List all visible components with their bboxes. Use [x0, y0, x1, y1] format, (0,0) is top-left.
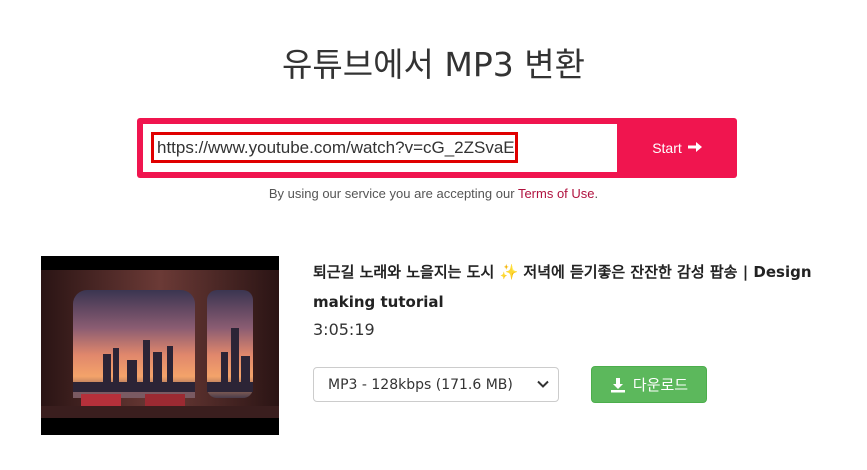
terms-link[interactable]: Terms of Use	[518, 186, 595, 201]
start-button-label: Start	[652, 140, 682, 156]
download-button[interactable]: 다운로드	[591, 366, 707, 403]
video-duration: 3:05:19	[313, 320, 375, 339]
format-select[interactable]: MP3 - 128kbps (171.6 MB)	[313, 367, 559, 402]
start-button[interactable]: Start	[617, 118, 737, 178]
page-title: 유튜브에서 MP3 변환	[0, 38, 867, 86]
video-title: 퇴근길 노래와 노을지는 도시 ✨ 저녁에 듣기좋은 잔잔한 감성 팝송 | D…	[313, 263, 812, 311]
download-icon	[610, 377, 625, 392]
title-strong: MP3	[444, 45, 514, 84]
chevron-down-icon	[536, 377, 550, 395]
terms-suffix: .	[594, 186, 599, 201]
url-input-wrapper	[143, 124, 617, 172]
title-suffix: 변환	[513, 45, 585, 84]
arrow-right-icon	[687, 140, 702, 157]
download-button-label: 다운로드	[632, 376, 689, 394]
search-form: Start	[137, 118, 737, 178]
url-input[interactable]	[151, 132, 518, 163]
video-thumbnail	[41, 256, 279, 435]
title-prefix: 유튜브에서	[282, 45, 445, 84]
format-selected-value: MP3 - 128kbps (171.6 MB)	[328, 376, 513, 393]
terms-prefix: By using our service you are accepting o…	[268, 186, 518, 201]
terms-notice: By using our service you are accepting o…	[0, 186, 867, 201]
